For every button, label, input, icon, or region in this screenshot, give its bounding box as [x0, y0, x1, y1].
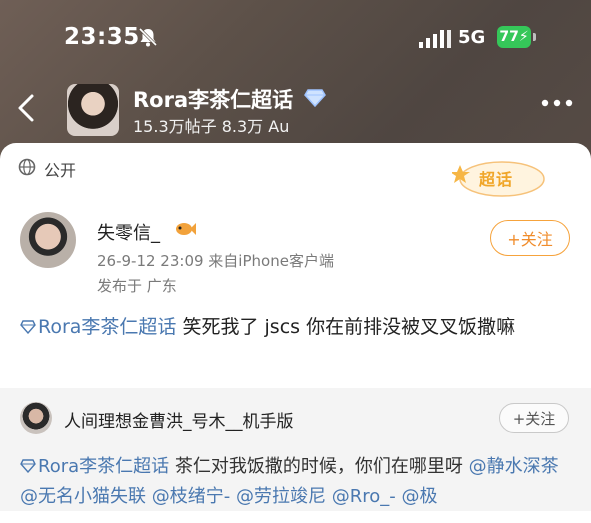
mention-link[interactable]: @Rro_-: [332, 486, 396, 507]
status-time: 23:35: [64, 24, 140, 50]
bell-off-icon: [138, 27, 158, 47]
charging-bolt-icon: ⚡: [518, 29, 529, 45]
network-type: 5G: [458, 27, 486, 48]
battery-indicator: 77 ⚡: [497, 26, 531, 48]
repost-author-name[interactable]: 人间理想金曹洪_号木__机手版: [64, 407, 294, 432]
post-text: 笑死我了 jscs 你在前排没被叉叉饭撒嘛: [176, 316, 516, 338]
repost-topic-link[interactable]: Rora李茶仁超话: [38, 456, 169, 477]
more-icon[interactable]: [541, 97, 573, 109]
signal-icon: [419, 30, 451, 48]
mention-link[interactable]: @极: [401, 486, 437, 507]
fish-emoji-icon: [176, 223, 196, 235]
group-title[interactable]: Rora李茶仁超话: [133, 84, 293, 114]
post-location: 发布于 广东: [97, 277, 177, 295]
mention-link[interactable]: @静水深茶: [469, 456, 559, 477]
author-name[interactable]: 失零信_: [97, 219, 160, 245]
post-meta: 26-9-12 23:09 来自iPhone客户端: [97, 252, 334, 270]
status-bar: 23:35 5G 77 ⚡: [0, 0, 591, 70]
follow-button[interactable]: +关注: [490, 220, 570, 256]
topic-diamond-icon: [20, 320, 36, 334]
battery-cap: [533, 33, 536, 41]
repost-avatar[interactable]: [20, 402, 52, 434]
repost-body: Rora李茶仁超话 茶仁对我饭撒的时候，你们在哪里呀 @静水深茶 @无名小猫失联…: [20, 452, 576, 512]
repost-follow-button[interactable]: +关注: [499, 403, 569, 433]
author-avatar[interactable]: [20, 212, 76, 268]
mention-link[interactable]: @无名小猫失联: [20, 486, 146, 507]
diamond-icon: [304, 89, 326, 108]
globe-icon: [18, 158, 36, 176]
repost-text: 茶仁对我饭撒的时候，你们在哪里呀: [169, 456, 469, 477]
battery-level: 77: [499, 29, 519, 45]
supertopic-badge-label: 超话: [479, 170, 514, 189]
group-stats: 15.3万帖子 8.3万 Au: [133, 117, 290, 136]
group-avatar[interactable]: [67, 84, 119, 136]
mention-link[interactable]: @枝绪宁-: [152, 486, 231, 507]
post-body: Rora李茶仁超话 笑死我了 jscs 你在前排没被叉叉饭撒嘛: [20, 313, 570, 341]
back-icon[interactable]: [14, 92, 38, 124]
visibility-label: 公开: [44, 161, 77, 180]
topic-diamond-icon: [20, 459, 36, 473]
topic-link[interactable]: Rora李茶仁超话: [38, 316, 176, 338]
mention-link[interactable]: @劳拉竣尼: [236, 486, 326, 507]
